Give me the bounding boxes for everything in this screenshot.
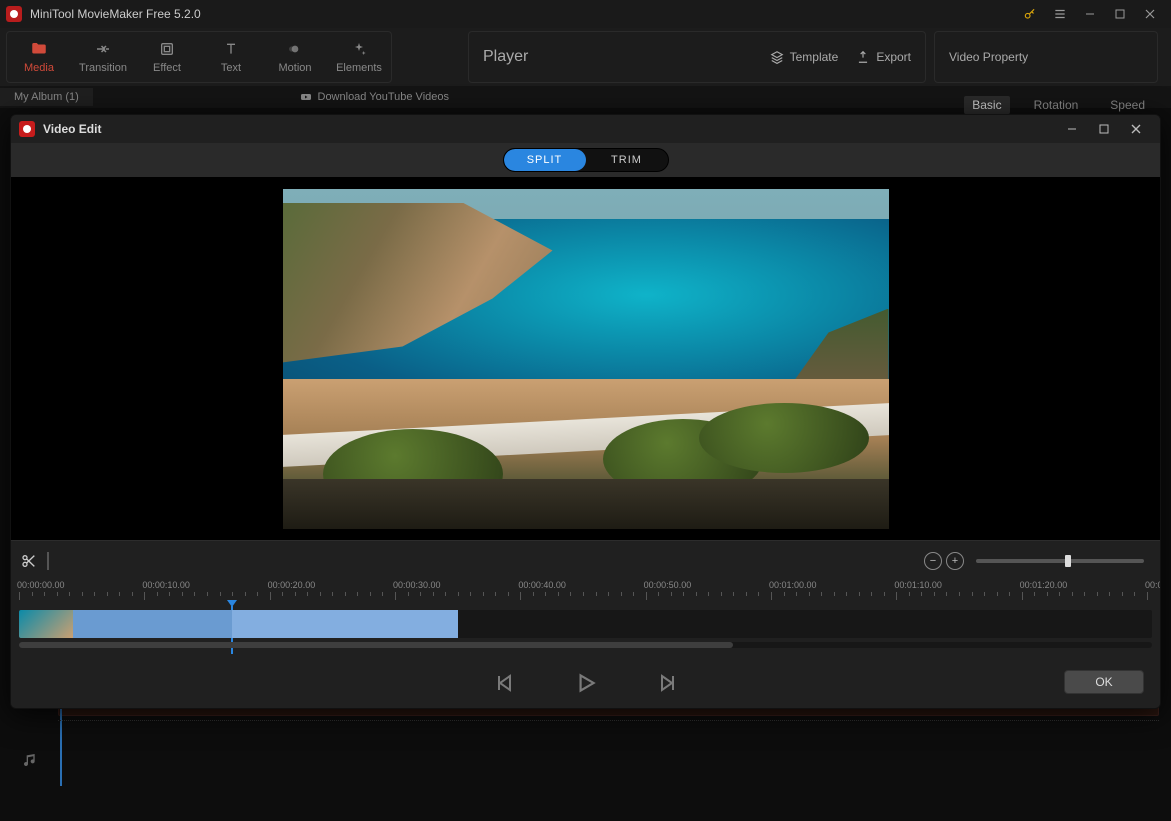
motion-icon bbox=[286, 40, 304, 58]
mode-toggle: SPLIT TRIM bbox=[503, 148, 669, 172]
ruler-label: 00:01 bbox=[1145, 580, 1161, 590]
text-icon bbox=[222, 40, 240, 58]
ok-button[interactable]: OK bbox=[1064, 670, 1144, 694]
play-button[interactable] bbox=[573, 670, 599, 696]
ruler-label: 00:00:20.00 bbox=[268, 580, 316, 590]
zoom-in-button[interactable]: + bbox=[946, 552, 964, 570]
tab-motion[interactable]: Motion bbox=[263, 32, 327, 82]
edit-controls-bar: − + bbox=[11, 540, 1160, 580]
timeline-ruler[interactable]: 00:00:00.00 00:00:10.00 00:00:20.00 00:00:3… bbox=[19, 580, 1152, 610]
dialog-minimize-button[interactable] bbox=[1056, 116, 1088, 142]
main-toolbar: Media Transition Effect Text Motion bbox=[0, 28, 1171, 86]
tab-elements-label: Elements bbox=[336, 62, 382, 74]
ruler-label: 00:00:10.00 bbox=[142, 580, 190, 590]
divider bbox=[58, 720, 1159, 721]
ruler-label: 00:01:00.00 bbox=[769, 580, 817, 590]
ruler-label: 00:00:30.00 bbox=[393, 580, 441, 590]
timeline-scrollbar-thumb[interactable] bbox=[19, 642, 733, 648]
tab-motion-label: Motion bbox=[278, 62, 311, 74]
step-back-button[interactable] bbox=[493, 671, 517, 695]
app-icon bbox=[6, 6, 22, 22]
tab-media-label: Media bbox=[24, 62, 54, 74]
youtube-icon bbox=[300, 91, 312, 103]
folder-icon bbox=[30, 40, 48, 58]
dialog-icon bbox=[19, 121, 35, 137]
video-property-panel: Video Property bbox=[934, 31, 1158, 83]
ruler-label: 00:00:40.00 bbox=[518, 580, 566, 590]
download-youtube-label: Download YouTube Videos bbox=[318, 91, 450, 103]
hamburger-menu-button[interactable] bbox=[1045, 0, 1075, 28]
ruler-label: 00:00:00.00 bbox=[17, 580, 65, 590]
player-panel: Player Template Export bbox=[468, 31, 926, 83]
play-bar: OK bbox=[11, 658, 1160, 708]
player-label: Player bbox=[483, 48, 528, 66]
tab-panel-left: Media Transition Effect Text Motion bbox=[6, 31, 392, 83]
tab-transition[interactable]: Transition bbox=[71, 32, 135, 82]
dialog-title-bar: Video Edit bbox=[11, 115, 1160, 143]
ruler-label: 00:01:20.00 bbox=[1020, 580, 1068, 590]
tab-rotation[interactable]: Rotation bbox=[1026, 96, 1087, 114]
zoom-slider-handle[interactable] bbox=[1065, 555, 1071, 567]
video-property-label: Video Property bbox=[949, 50, 1028, 64]
mode-trim[interactable]: TRIM bbox=[586, 149, 668, 171]
transition-icon bbox=[94, 40, 112, 58]
tab-transition-label: Transition bbox=[79, 62, 127, 74]
timeline-scrollbar[interactable] bbox=[19, 642, 1152, 648]
tab-effect[interactable]: Effect bbox=[135, 32, 199, 82]
preview-frame bbox=[283, 189, 889, 529]
tab-elements[interactable]: Elements bbox=[327, 32, 391, 82]
scissors-button[interactable] bbox=[17, 553, 41, 569]
music-track-icon bbox=[18, 748, 42, 772]
effect-icon bbox=[158, 40, 176, 58]
video-edit-dialog: Video Edit SPLIT TRIM − bbox=[10, 114, 1161, 709]
album-tab[interactable]: My Album (1) bbox=[0, 88, 93, 106]
clip-thumbnail[interactable] bbox=[19, 610, 73, 638]
edit-timeline: 00:00:00.00 00:00:10.00 00:00:20.00 00:00:3… bbox=[11, 580, 1160, 658]
video-preview bbox=[11, 177, 1160, 540]
tab-media[interactable]: Media bbox=[7, 32, 71, 82]
main-title-bar: MiniTool MovieMaker Free 5.2.0 bbox=[0, 0, 1171, 28]
template-button[interactable]: Template bbox=[770, 50, 839, 64]
ruler-label: 00:01:10.00 bbox=[894, 580, 942, 590]
maximize-button[interactable] bbox=[1105, 0, 1135, 28]
clip-segment-before-playhead[interactable] bbox=[73, 610, 232, 638]
minimize-button[interactable] bbox=[1075, 0, 1105, 28]
step-forward-button[interactable] bbox=[655, 671, 679, 695]
sparkle-icon bbox=[350, 40, 368, 58]
ruler-label: 00:00:50.00 bbox=[644, 580, 692, 590]
separator bbox=[47, 552, 49, 570]
dialog-maximize-button[interactable] bbox=[1088, 116, 1120, 142]
zoom-slider[interactable] bbox=[976, 559, 1144, 563]
dialog-title: Video Edit bbox=[43, 122, 101, 136]
clip-row[interactable] bbox=[19, 610, 1152, 638]
tab-text[interactable]: Text bbox=[199, 32, 263, 82]
export-button[interactable]: Export bbox=[856, 50, 911, 64]
tab-basic[interactable]: Basic bbox=[964, 96, 1009, 114]
activate-key-button[interactable] bbox=[1015, 0, 1045, 28]
export-icon bbox=[856, 50, 870, 64]
mode-bar: SPLIT TRIM bbox=[11, 143, 1160, 177]
download-youtube-button[interactable]: Download YouTube Videos bbox=[300, 91, 464, 103]
close-button[interactable] bbox=[1135, 0, 1165, 28]
dialog-close-button[interactable] bbox=[1120, 116, 1152, 142]
app-title: MiniTool MovieMaker Free 5.2.0 bbox=[30, 7, 201, 21]
tab-text-label: Text bbox=[221, 62, 241, 74]
template-label: Template bbox=[790, 50, 839, 64]
tab-speed[interactable]: Speed bbox=[1102, 96, 1153, 114]
mode-split[interactable]: SPLIT bbox=[504, 149, 586, 171]
layers-icon bbox=[770, 50, 784, 64]
export-label: Export bbox=[876, 50, 911, 64]
property-tabs: Basic Rotation Speed bbox=[964, 96, 1153, 114]
tab-effect-label: Effect bbox=[153, 62, 181, 74]
zoom-out-button[interactable]: − bbox=[924, 552, 942, 570]
clip-segment-after-playhead[interactable] bbox=[232, 610, 458, 638]
